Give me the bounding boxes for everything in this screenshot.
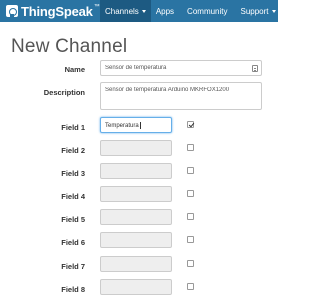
field-5-label: Field 5 [61, 215, 85, 224]
field-8-input[interactable] [100, 279, 172, 295]
thingspeak-logo-icon [6, 5, 18, 17]
field-1-label: Field 1 [61, 123, 85, 132]
field-7-checkbox[interactable] [187, 260, 194, 267]
field-8-label: Field 8 [61, 285, 85, 294]
field-1-input[interactable]: Temperatura [100, 117, 172, 133]
field-3-checkbox[interactable] [187, 167, 194, 174]
description-value: Sensor de temperatura Arduino MKRFOX1200 [105, 87, 230, 93]
nav-item-apps[interactable]: Apps [151, 0, 179, 22]
nav-item-community[interactable]: Community [179, 0, 232, 22]
nav-item-support[interactable]: Support [233, 0, 281, 22]
nav-item-label: Community [187, 6, 228, 16]
field-5-checkbox[interactable] [187, 213, 194, 220]
nav-item-label: Apps [155, 6, 175, 16]
field-2-label: Field 2 [61, 146, 85, 155]
field-6-input[interactable] [100, 232, 172, 248]
field-3-label: Field 3 [61, 169, 85, 178]
top-navbar: ThingSpeak™ Channels Apps Community Supp… [0, 0, 278, 22]
field-3-input[interactable] [100, 163, 172, 179]
field-2-checkbox[interactable] [187, 144, 194, 151]
nav-item-channels[interactable]: Channels [100, 0, 151, 22]
field-7-input[interactable] [100, 256, 172, 272]
main-nav: Channels Apps Community Support [100, 0, 281, 22]
field-6-label: Field 6 [61, 238, 85, 247]
page-title: New Channel [11, 36, 128, 57]
name-label: Name [64, 65, 85, 74]
nav-item-label: Channels [105, 6, 139, 16]
caret-down-icon [271, 9, 276, 13]
field-4-input[interactable] [100, 186, 172, 202]
field-5-input[interactable] [100, 209, 172, 225]
field-1-value: Temperatura [105, 123, 139, 130]
field-4-checkbox[interactable] [187, 190, 194, 197]
field-8-checkbox[interactable] [187, 283, 194, 290]
description-label: Description [43, 88, 85, 97]
field-2-input[interactable] [100, 140, 172, 156]
autofill-icon[interactable] [252, 65, 258, 72]
brand-logo-link[interactable]: ThingSpeak™ [6, 2, 100, 20]
nav-item-label: Support [240, 6, 269, 16]
text-cursor [139, 122, 141, 129]
field-6-checkbox[interactable] [187, 236, 194, 243]
brand-name: ThingSpeak™ [21, 3, 100, 19]
field-7-label: Field 7 [61, 262, 85, 271]
name-input[interactable]: Sensor de temperatura [100, 60, 262, 76]
caret-down-icon [141, 9, 146, 13]
description-textarea[interactable]: Sensor de temperatura Arduino MKRFOX1200 [100, 82, 262, 110]
field-1-checkbox[interactable] [187, 121, 194, 128]
field-4-label: Field 4 [61, 192, 85, 201]
name-input-value: Sensor de temperatura [105, 65, 167, 71]
